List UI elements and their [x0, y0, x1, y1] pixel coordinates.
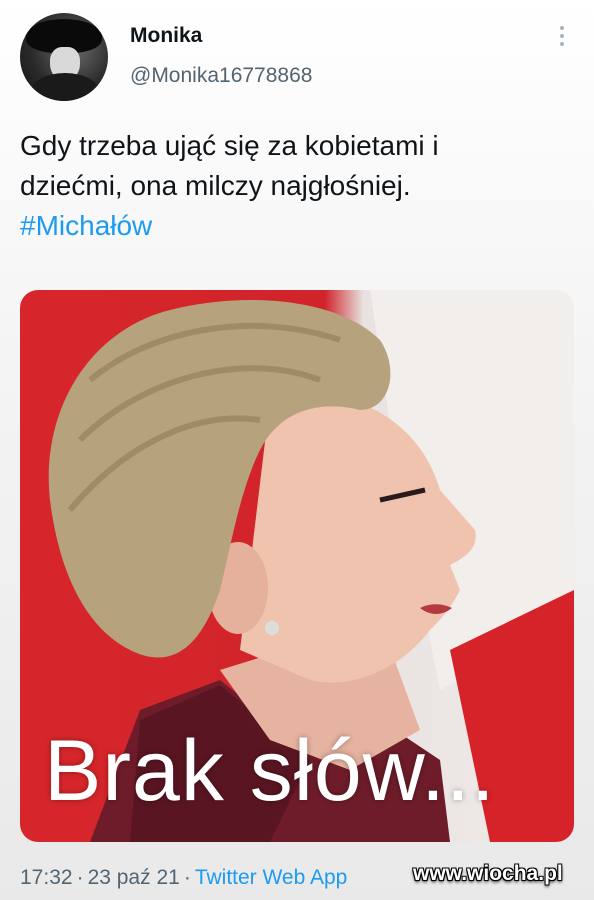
media-caption: Brak słów... [44, 723, 496, 819]
meta-separator: · [183, 866, 191, 889]
tweet-text: Gdy trzeba ująć się za kobietami i dzieć… [20, 126, 580, 246]
tweet-text-line1: Gdy trzeba ująć się za kobietami i [20, 130, 439, 161]
user-handle[interactable]: @Monika16778868 [130, 64, 312, 88]
watermark: www.wiocha.pl [413, 862, 563, 885]
avatar[interactable] [20, 13, 108, 101]
meta-separator: · [76, 866, 84, 889]
tweet-source-link[interactable]: Twitter Web App [195, 866, 348, 889]
tweet-meta: 17:32 · 23 paź 21 · Twitter Web App [20, 866, 347, 890]
tweet-time[interactable]: 17:32 [20, 866, 73, 889]
avatar-coat [30, 73, 100, 101]
hashtag-link[interactable]: #Michałów [20, 206, 580, 246]
more-vertical-icon[interactable] [552, 26, 572, 52]
tweet-media-image[interactable]: Brak słów... [20, 290, 574, 842]
tweet-date[interactable]: 23 paź 21 [88, 866, 180, 889]
tweet-text-line2: dziećmi, ona milczy najgłośniej. [20, 170, 411, 201]
display-name[interactable]: Monika [130, 24, 202, 48]
